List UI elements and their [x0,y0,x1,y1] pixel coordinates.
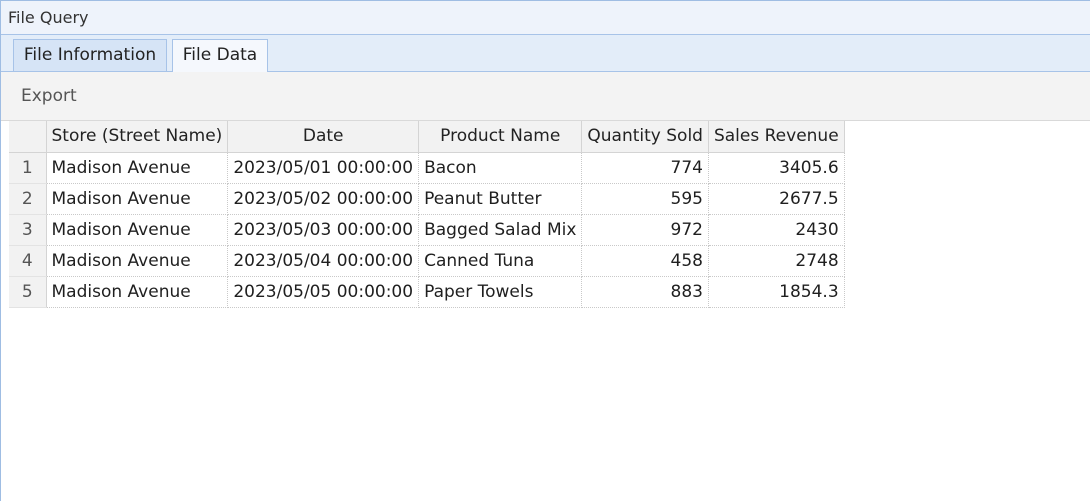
tab-strip: File Information File Data [1,35,1090,72]
file-query-window: File Query File Information File Data Ex… [0,0,1090,501]
title-bar: File Query [1,1,1090,35]
table-row[interactable]: 4 Madison Avenue 2023/05/04 00:00:00 Can… [9,245,845,277]
row-number[interactable]: 1 [9,152,47,184]
cell-quantity-sold[interactable]: 458 [581,245,709,277]
column-header-product-name[interactable]: Product Name [418,121,583,153]
cell-date[interactable]: 2023/05/03 00:00:00 [227,214,420,246]
window-title: File Query [8,8,89,27]
table-row[interactable]: 5 Madison Avenue 2023/05/05 00:00:00 Pap… [9,276,845,308]
data-table: Store (Street Name) Date Product Name Qu… [9,121,845,308]
cell-quantity-sold[interactable]: 883 [581,276,709,308]
data-grid: Store (Street Name) Date Product Name Qu… [9,121,1090,501]
cell-sales-revenue[interactable]: 2430 [708,214,845,246]
tab-file-data[interactable]: File Data [172,39,268,72]
column-header-store[interactable]: Store (Street Name) [46,121,229,153]
cell-store[interactable]: Madison Avenue [46,152,229,184]
header-row: Store (Street Name) Date Product Name Qu… [9,121,845,153]
column-header-date[interactable]: Date [227,121,420,153]
cell-sales-revenue[interactable]: 1854.3 [708,276,845,308]
row-number[interactable]: 2 [9,183,47,215]
cell-date[interactable]: 2023/05/02 00:00:00 [227,183,420,215]
tab-file-information[interactable]: File Information [13,39,167,71]
cell-product-name[interactable]: Peanut Butter [418,183,583,215]
table-row[interactable]: 1 Madison Avenue 2023/05/01 00:00:00 Bac… [9,152,845,184]
cell-quantity-sold[interactable]: 972 [581,214,709,246]
table-row[interactable]: 3 Madison Avenue 2023/05/03 00:00:00 Bag… [9,214,845,246]
cell-sales-revenue[interactable]: 3405.6 [708,152,845,184]
cell-store[interactable]: Madison Avenue [46,214,229,246]
cell-date[interactable]: 2023/05/05 00:00:00 [227,276,420,308]
cell-product-name[interactable]: Paper Towels [418,276,583,308]
toolbar: Export [1,72,1090,121]
cell-store[interactable]: Madison Avenue [46,245,229,277]
cell-sales-revenue[interactable]: 2677.5 [708,183,845,215]
cell-date[interactable]: 2023/05/01 00:00:00 [227,152,420,184]
cell-sales-revenue[interactable]: 2748 [708,245,845,277]
cell-product-name[interactable]: Bagged Salad Mix [418,214,583,246]
row-number[interactable]: 4 [9,245,47,277]
column-header-sales-revenue[interactable]: Sales Revenue [708,121,845,153]
cell-store[interactable]: Madison Avenue [46,183,229,215]
cell-product-name[interactable]: Bacon [418,152,583,184]
cell-quantity-sold[interactable]: 774 [581,152,709,184]
cell-date[interactable]: 2023/05/04 00:00:00 [227,245,420,277]
cell-product-name[interactable]: Canned Tuna [418,245,583,277]
table-row[interactable]: 2 Madison Avenue 2023/05/02 00:00:00 Pea… [9,183,845,215]
cell-quantity-sold[interactable]: 595 [581,183,709,215]
column-header-quantity-sold[interactable]: Quantity Sold [581,121,709,153]
row-number-header[interactable] [9,121,47,153]
row-number[interactable]: 3 [9,214,47,246]
export-button[interactable]: Export [13,84,85,108]
row-number[interactable]: 5 [9,276,47,308]
cell-store[interactable]: Madison Avenue [46,276,229,308]
